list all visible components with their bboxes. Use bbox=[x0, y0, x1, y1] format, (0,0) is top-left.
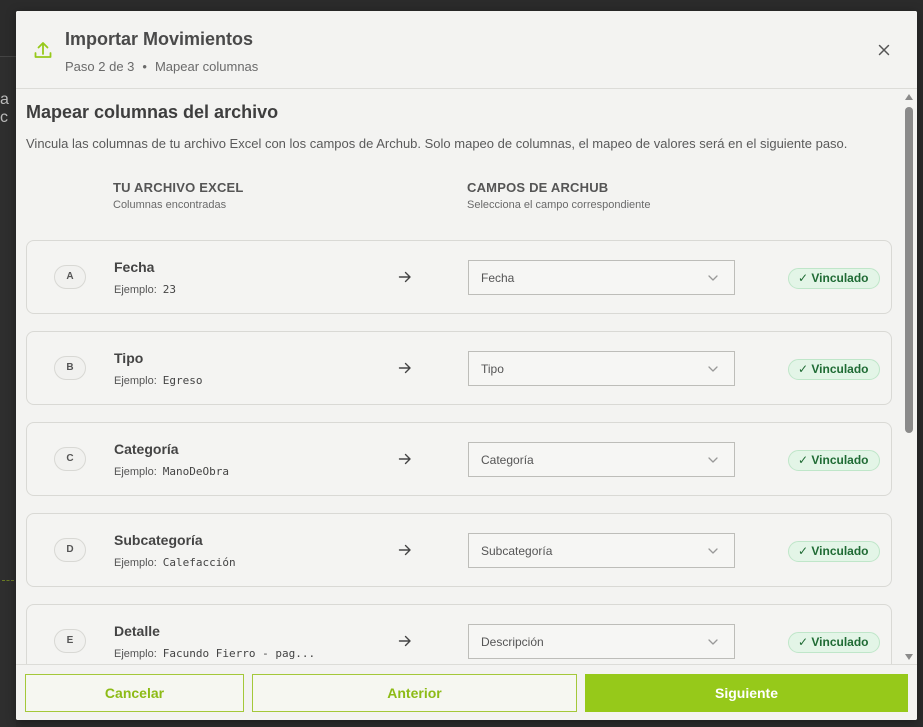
chevron-down-icon bbox=[708, 548, 718, 554]
section-description: Vincula las columnas de tu archivo Excel… bbox=[26, 136, 848, 151]
column-name: Detalle bbox=[114, 623, 160, 639]
column-example: Ejemplo: 23 bbox=[114, 283, 176, 296]
column-letter-badge: B bbox=[54, 356, 86, 380]
excel-columns-subtitle: Columnas encontradas bbox=[113, 199, 227, 211]
column-example: Ejemplo: ManoDeObra bbox=[114, 465, 229, 478]
backdrop-page: a c bbox=[0, 56, 16, 727]
upload-icon bbox=[34, 42, 52, 58]
field-select-value: Categoría bbox=[481, 453, 534, 467]
mapping-row: E Detalle Ejemplo: Facundo Fierro - pag..… bbox=[26, 604, 892, 664]
field-select[interactable]: Categoría bbox=[468, 442, 735, 477]
backdrop-divider bbox=[2, 580, 14, 581]
archub-fields-title: CAMPOS DE ARCHUB bbox=[467, 180, 609, 195]
excel-columns-header: TU ARCHIVO EXCEL Columnas encontradas bbox=[113, 180, 244, 211]
chevron-down-icon bbox=[708, 275, 718, 281]
chevron-down-icon bbox=[708, 457, 718, 463]
mapping-row: C Categoría Ejemplo: ManoDeObra Categoría… bbox=[26, 422, 892, 496]
archub-fields-subtitle: Selecciona el campo correspondiente bbox=[467, 199, 651, 211]
modal-footer: Cancelar Anterior Siguiente bbox=[16, 664, 917, 720]
arrow-right-icon bbox=[398, 453, 411, 465]
column-example: Ejemplo: Facundo Fierro - pag... bbox=[114, 647, 315, 660]
arrow-right-icon bbox=[398, 635, 411, 647]
modal-step: Paso 2 de 3 • Mapear columnas bbox=[65, 59, 258, 74]
field-select-value: Descripción bbox=[481, 635, 544, 649]
column-letter-badge: A bbox=[54, 265, 86, 289]
previous-button[interactable]: Anterior bbox=[252, 674, 577, 712]
example-label: Ejemplo: bbox=[114, 466, 157, 478]
example-label: Ejemplo: bbox=[114, 284, 157, 296]
arrow-right-icon bbox=[398, 362, 411, 374]
cancel-button[interactable]: Cancelar bbox=[25, 674, 244, 712]
scrollbar-thumb[interactable] bbox=[905, 107, 913, 433]
field-select[interactable]: Tipo bbox=[468, 351, 735, 386]
column-letter-badge: C bbox=[54, 447, 86, 471]
field-select[interactable]: Subcategoría bbox=[468, 533, 735, 568]
example-value: ManoDeObra bbox=[162, 465, 230, 478]
arrow-right-icon bbox=[398, 544, 411, 556]
column-name: Categoría bbox=[114, 441, 179, 457]
scroll-up-arrow-icon[interactable] bbox=[905, 94, 913, 100]
section-title: Mapear columnas del archivo bbox=[26, 102, 279, 122]
status-badge: ✓ Vinculado bbox=[788, 268, 880, 289]
import-modal: Importar Movimientos Paso 2 de 3 • Mapear … bbox=[16, 11, 917, 720]
example-label: Ejemplo: bbox=[114, 648, 157, 660]
example-value: 23 bbox=[162, 283, 177, 296]
close-icon[interactable] bbox=[875, 41, 893, 59]
status-badge: ✓ Vinculado bbox=[788, 541, 880, 562]
status-badge: ✓ Vinculado bbox=[788, 359, 880, 380]
column-name: Tipo bbox=[114, 350, 144, 366]
example-value: Facundo Fierro - pag... bbox=[162, 647, 316, 660]
field-select-value: Tipo bbox=[481, 362, 504, 376]
column-name: Subcategoría bbox=[114, 532, 203, 548]
vertical-scrollbar[interactable] bbox=[902, 90, 917, 664]
modal-title: Importar Movimientos bbox=[65, 29, 254, 49]
next-button[interactable]: Siguiente bbox=[585, 674, 908, 712]
modal-header: Importar Movimientos Paso 2 de 3 • Mapear … bbox=[16, 11, 917, 89]
column-name: Fecha bbox=[114, 259, 155, 275]
example-label: Ejemplo: bbox=[114, 557, 157, 569]
field-select[interactable]: Fecha bbox=[468, 260, 735, 295]
column-example: Ejemplo: Egreso bbox=[114, 374, 203, 387]
example-label: Ejemplo: bbox=[114, 375, 157, 387]
example-value: Calefacción bbox=[162, 556, 236, 569]
column-letter-badge: E bbox=[54, 629, 86, 653]
scroll-down-arrow-icon[interactable] bbox=[905, 654, 913, 660]
mapping-row: A Fecha Ejemplo: 23 Fecha ✓ Vinculado bbox=[26, 240, 892, 314]
modal-body[interactable]: Mapear columnas del archivo Vincula las … bbox=[16, 90, 905, 664]
example-value: Egreso bbox=[162, 374, 203, 387]
arrow-right-icon bbox=[398, 271, 411, 283]
column-example: Ejemplo: Calefacción bbox=[114, 556, 236, 569]
chevron-down-icon bbox=[708, 639, 718, 645]
field-select-value: Fecha bbox=[481, 271, 515, 285]
mapping-row: D Subcategoría Ejemplo: Calefacción Subca… bbox=[26, 513, 892, 587]
mapping-row: B Tipo Ejemplo: Egreso Tipo ✓ Vinculado bbox=[26, 331, 892, 405]
step-counter: Paso 2 de 3 bbox=[65, 59, 135, 74]
step-name: Mapear columnas bbox=[154, 59, 259, 74]
column-letter-badge: D bbox=[54, 538, 86, 562]
status-badge: ✓ Vinculado bbox=[788, 632, 880, 653]
chevron-down-icon bbox=[708, 366, 718, 372]
field-select-value: Subcategoría bbox=[481, 544, 553, 558]
archub-fields-header: CAMPOS DE ARCHUB Selecciona el campo cor… bbox=[467, 180, 650, 211]
status-badge: ✓ Vinculado bbox=[788, 450, 880, 471]
step-separator: • bbox=[142, 59, 147, 74]
field-select[interactable]: Descripción bbox=[468, 624, 735, 659]
backdrop-text: a c bbox=[0, 91, 9, 126]
excel-columns-title: TU ARCHIVO EXCEL bbox=[113, 180, 244, 195]
